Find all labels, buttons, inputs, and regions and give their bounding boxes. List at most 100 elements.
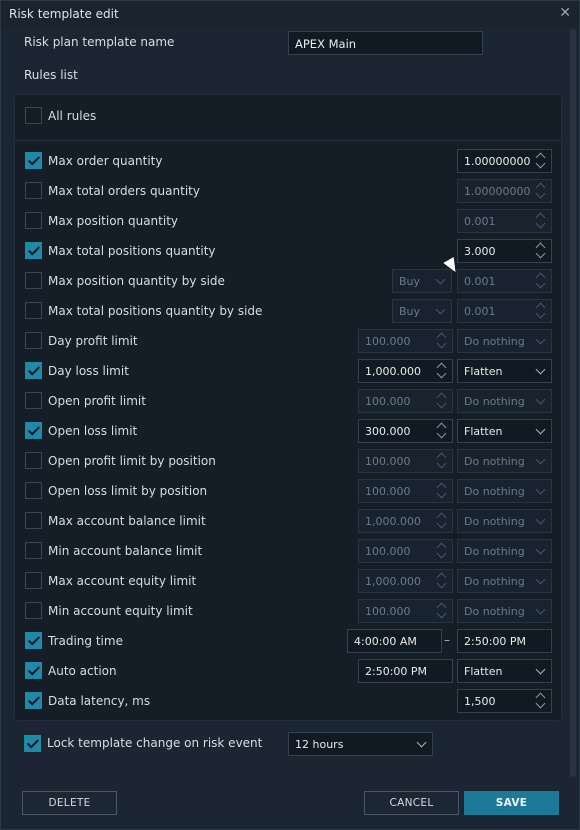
quantity-stepper[interactable]: 0.001 — [457, 299, 552, 323]
action-select[interactable]: Flatten — [457, 359, 552, 383]
rule-checkbox[interactable] — [25, 662, 42, 679]
rule-label: Max order quantity — [48, 154, 163, 168]
stepper-arrows-icon[interactable] — [435, 542, 449, 560]
rule-checkbox[interactable] — [25, 392, 42, 409]
save-button[interactable]: SAVE — [464, 791, 559, 815]
action-select[interactable]: Do nothing — [457, 479, 552, 503]
rule-checkbox[interactable] — [25, 332, 42, 349]
action-select[interactable]: Do nothing — [457, 509, 552, 533]
stepper-arrows-icon[interactable] — [435, 512, 449, 530]
rule-label: Max account equity limit — [48, 574, 197, 588]
rule-checkbox[interactable] — [25, 182, 42, 199]
quantity-stepper[interactable]: 1,500 — [457, 689, 552, 713]
limit-stepper[interactable]: 100.000 — [358, 599, 453, 623]
rule-checkbox[interactable] — [25, 512, 42, 529]
limit-stepper[interactable]: 1,000.000 — [358, 569, 453, 593]
delete-button[interactable]: DELETE — [22, 791, 117, 815]
action-select[interactable]: Do nothing — [457, 569, 552, 593]
quantity-stepper-value: 1.00000000 — [464, 155, 531, 168]
lock-template-row: Lock template change on risk event 12 ho… — [14, 729, 464, 759]
stepper-arrows-icon[interactable] — [534, 212, 548, 230]
limit-stepper[interactable]: 100.000 — [358, 479, 453, 503]
rule-row: Max total positions quantity 3.000 — [15, 236, 561, 266]
cancel-button[interactable]: CANCEL — [364, 791, 459, 815]
auto-action-time[interactable]: 2:50:00 PM — [358, 659, 453, 683]
all-rules-checkbox[interactable] — [25, 107, 42, 124]
stepper-arrows-icon[interactable] — [435, 572, 449, 590]
side-select[interactable]: Buy — [392, 269, 452, 293]
close-icon[interactable]: ✕ — [559, 5, 571, 21]
action-select[interactable]: Do nothing — [457, 329, 552, 353]
stepper-arrows-icon[interactable] — [435, 422, 449, 440]
stepper-arrows-icon[interactable] — [435, 362, 449, 380]
limit-stepper[interactable]: 100.000 — [358, 539, 453, 563]
rule-checkbox[interactable] — [25, 242, 42, 259]
quantity-stepper[interactable]: 3.000 — [457, 239, 552, 263]
limit-stepper[interactable]: 300.000 — [358, 419, 453, 443]
limit-stepper[interactable]: 100.000 — [358, 329, 453, 353]
stepper-arrows-icon[interactable] — [435, 392, 449, 410]
rule-checkbox[interactable] — [25, 302, 42, 319]
action-select[interactable]: Do nothing — [457, 539, 552, 563]
quantity-stepper[interactable]: 1.00000000 — [457, 149, 552, 173]
stepper-arrows-icon[interactable] — [435, 332, 449, 350]
action-select-value: Flatten — [464, 365, 503, 378]
action-select-value: Do nothing — [464, 545, 525, 558]
limit-stepper[interactable]: 1,000.000 — [358, 359, 453, 383]
rule-checkbox[interactable] — [25, 452, 42, 469]
action-select[interactable]: Flatten — [457, 659, 552, 683]
rule-checkbox[interactable] — [25, 692, 42, 709]
quantity-stepper[interactable]: 1.00000000 — [457, 179, 552, 203]
lock-duration-select[interactable]: 12 hours — [288, 732, 433, 756]
rule-checkbox[interactable] — [25, 602, 42, 619]
action-select-value: Do nothing — [464, 395, 525, 408]
rule-label: Max position quantity by side — [48, 274, 225, 288]
rule-checkbox[interactable] — [25, 212, 42, 229]
rule-checkbox[interactable] — [25, 632, 42, 649]
stepper-arrows-icon[interactable] — [534, 692, 548, 710]
quantity-stepper-value: 0.001 — [464, 215, 496, 228]
divider — [15, 140, 561, 141]
lock-template-checkbox[interactable] — [24, 735, 41, 752]
limit-stepper[interactable]: 100.000 — [358, 449, 453, 473]
stepper-arrows-icon[interactable] — [435, 452, 449, 470]
lock-duration-value: 12 hours — [295, 738, 344, 751]
quantity-stepper[interactable]: 0.001 — [457, 209, 552, 233]
rule-checkbox[interactable] — [25, 272, 42, 289]
quantity-stepper[interactable]: 0.001 — [457, 269, 552, 293]
chevron-down-icon — [535, 514, 546, 525]
template-name-input[interactable]: APEX Main — [288, 31, 483, 55]
stepper-arrows-icon[interactable] — [534, 302, 548, 320]
window-title: Risk template edit — [9, 7, 119, 21]
rule-checkbox[interactable] — [25, 542, 42, 559]
rule-checkbox[interactable] — [25, 422, 42, 439]
chevron-down-icon — [435, 274, 446, 285]
quantity-stepper-value: 0.001 — [464, 275, 496, 288]
rule-checkbox[interactable] — [25, 482, 42, 499]
chevron-down-icon — [535, 664, 546, 675]
stepper-arrows-icon[interactable] — [534, 242, 548, 260]
stepper-arrows-icon[interactable] — [534, 152, 548, 170]
stepper-arrows-icon[interactable] — [534, 182, 548, 200]
trading-time-end[interactable]: 2:50:00 PM — [457, 629, 552, 653]
trading-time-start[interactable]: 4:00:00 AM — [347, 629, 442, 653]
side-select[interactable]: Buy — [392, 299, 452, 323]
rules-list-label: Rules list — [24, 68, 78, 82]
rule-label: Auto action — [48, 664, 117, 678]
rule-row: Open loss limit 300.000 Flatten — [15, 416, 561, 446]
stepper-arrows-icon[interactable] — [435, 602, 449, 620]
stepper-arrows-icon[interactable] — [534, 272, 548, 290]
limit-stepper[interactable]: 100.000 — [358, 389, 453, 413]
rule-label: Min account equity limit — [48, 604, 193, 618]
scrollbar[interactable] — [570, 29, 576, 777]
limit-stepper-value: 1,000.000 — [365, 365, 421, 378]
rule-checkbox[interactable] — [25, 152, 42, 169]
action-select[interactable]: Do nothing — [457, 449, 552, 473]
action-select[interactable]: Do nothing — [457, 389, 552, 413]
stepper-arrows-icon[interactable] — [435, 482, 449, 500]
rule-checkbox[interactable] — [25, 572, 42, 589]
rule-checkbox[interactable] — [25, 362, 42, 379]
action-select[interactable]: Do nothing — [457, 599, 552, 623]
limit-stepper[interactable]: 1,000.000 — [358, 509, 453, 533]
action-select[interactable]: Flatten — [457, 419, 552, 443]
